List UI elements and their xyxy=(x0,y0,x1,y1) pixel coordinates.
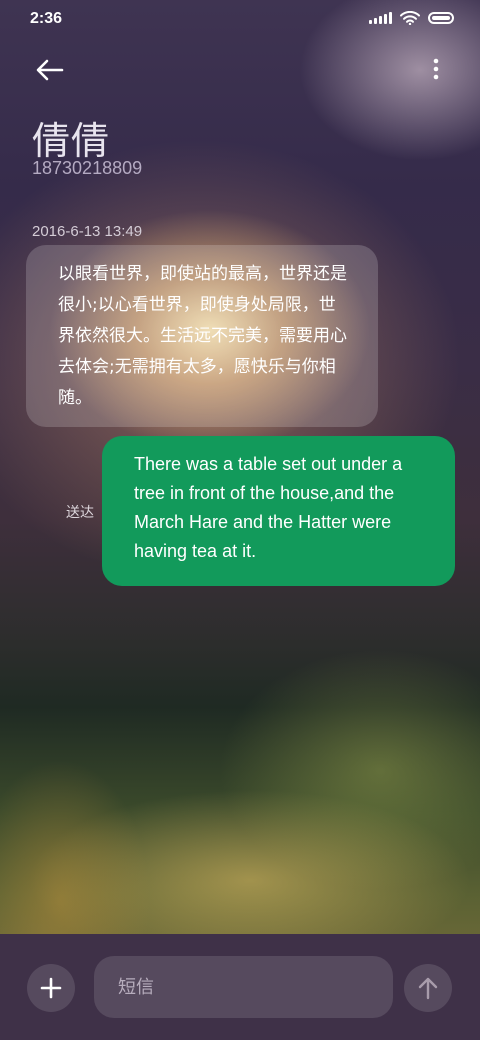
send-button[interactable] xyxy=(404,964,452,1012)
plus-icon xyxy=(40,977,62,999)
signal-icon xyxy=(369,12,392,24)
arrow-up-icon xyxy=(418,977,438,1000)
delivery-status: 送达 xyxy=(66,505,94,521)
status-bar: 2:36 xyxy=(0,0,480,40)
incoming-message-text: 以眼看世界，即使站的最高，世界还是很小;以心看世界，即使身处局限，世界依然很大。… xyxy=(58,264,347,408)
incoming-message-bubble[interactable]: 以眼看世界，即使站的最高，世界还是很小;以心看世界，即使身处局限，世界依然很大。… xyxy=(26,245,378,427)
message-timestamp: 2016-6-13 13:49 xyxy=(32,223,143,240)
status-time: 2:36 xyxy=(30,10,63,27)
message-composer xyxy=(0,934,480,1040)
messaging-screen: 2:36 倩倩 18730218809 2016-6-13 13:49 以眼看世… xyxy=(0,0,480,1040)
wifi-icon xyxy=(400,11,420,25)
battery-icon xyxy=(428,12,454,24)
more-vertical-icon[interactable] xyxy=(432,58,440,80)
status-icons xyxy=(369,11,454,25)
contact-name: 倩倩 xyxy=(32,119,111,163)
message-input[interactable] xyxy=(94,956,393,1018)
outgoing-message-text: There was a table set out under a tree i… xyxy=(134,454,403,561)
contact-number: 18730218809 xyxy=(32,158,143,178)
outgoing-message-bubble[interactable]: There was a table set out under a tree i… xyxy=(102,436,455,586)
arrow-left-icon[interactable] xyxy=(34,56,66,84)
add-attachment-button[interactable] xyxy=(27,964,75,1012)
